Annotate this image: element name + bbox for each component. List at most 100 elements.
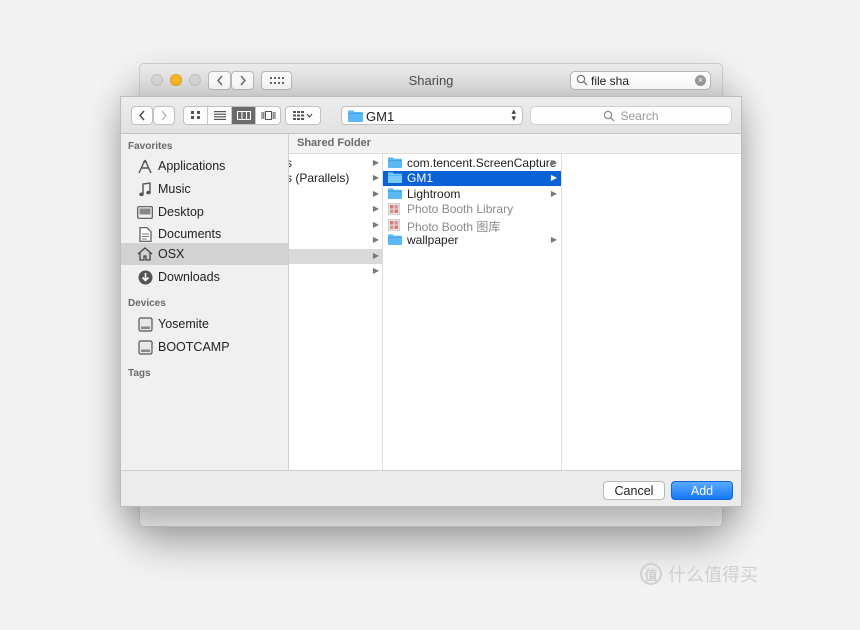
coverflow-view-icon <box>261 111 275 120</box>
desktop-icon <box>137 205 153 219</box>
folder-icon <box>388 234 402 245</box>
list-item[interactable]: ▶ <box>289 202 382 217</box>
cancel-button[interactable]: Cancel <box>603 481 665 500</box>
disclosure-arrow-icon: ▶ <box>372 173 379 182</box>
sidebar-item-label: Music <box>158 182 191 196</box>
tags-heading: Tags <box>128 368 151 379</box>
chevron-right-icon <box>161 110 167 121</box>
sidebar-item-bootcamp[interactable]: BOOTCAMP <box>121 336 288 358</box>
list-item-selected[interactable]: GM1 ▶ <box>383 171 561 186</box>
open-panel: GM1 ▴ ▾ Search Favorites Applications Mus… <box>120 96 742 507</box>
column-view-icon <box>236 111 251 120</box>
list-item: Photo Booth 图库 <box>383 218 561 234</box>
sidebar: Favorites Applications Music Desktop Doc… <box>121 134 289 470</box>
search-icon <box>576 74 588 86</box>
music-icon <box>139 181 151 196</box>
forward-button[interactable] <box>153 106 175 125</box>
photo-library-icon <box>388 203 400 215</box>
downloads-icon <box>138 270 152 284</box>
home-icon <box>137 247 153 261</box>
panel-toolbar: GM1 ▴ ▾ Search <box>121 97 741 134</box>
sidebar-item-label: BOOTCAMP <box>158 340 230 354</box>
disclosure-arrow-icon: ▶ <box>372 189 379 198</box>
list-item[interactable]: wallpaper ▶ <box>383 233 561 248</box>
view-mode-selector <box>183 106 281 125</box>
list-item[interactable]: ▶ <box>289 218 382 233</box>
watermark: 值 什么值得买 <box>640 561 758 587</box>
arrange-button[interactable] <box>285 106 321 125</box>
favorites-heading: Favorites <box>128 141 173 152</box>
browser-column-3 <box>562 154 741 470</box>
disclosure-arrow-icon: ▶ <box>372 220 379 229</box>
folder-icon <box>388 188 402 199</box>
list-item: Photo Booth Library <box>383 202 561 217</box>
location-name: GM1 <box>366 109 395 124</box>
list-item[interactable]: s▶ <box>289 156 382 171</box>
sidebar-item-desktop[interactable]: Desktop <box>121 201 288 223</box>
add-button[interactable]: Add <box>671 481 733 500</box>
column-header-title: Shared Folder <box>297 137 371 149</box>
disclosure-arrow-icon: ▶ <box>372 251 379 260</box>
disk-icon <box>137 316 153 332</box>
sharing-titlebar: Sharing file sha × <box>140 64 722 97</box>
folder-icon <box>388 172 402 183</box>
sidebar-item-label: Yosemite <box>158 317 209 331</box>
sidebar-item-applications[interactable]: Applications <box>121 155 288 177</box>
column-header: Shared Folder <box>289 134 741 154</box>
sidebar-item-downloads[interactable]: Downloads <box>121 266 288 288</box>
list-view-button[interactable] <box>208 107 232 124</box>
list-item-selected[interactable]: ▶ <box>289 249 382 264</box>
photo-library-icon <box>388 219 400 231</box>
sidebar-item-osx[interactable]: OSX <box>121 243 288 265</box>
disclosure-arrow-icon: ▶ <box>550 235 557 244</box>
disclosure-arrow-icon: ▶ <box>372 158 379 167</box>
sidebar-item-label: Applications <box>158 159 226 173</box>
disclosure-arrow-icon: ▶ <box>372 204 379 213</box>
applications-icon <box>138 159 152 173</box>
list-item[interactable]: Lightroom ▶ <box>383 187 561 202</box>
watermark-text: 什么值得买 <box>668 565 758 585</box>
sidebar-item-label: OSX <box>158 247 185 261</box>
list-item[interactable]: ▶ <box>289 187 382 202</box>
clear-search-icon[interactable]: × <box>695 75 706 86</box>
column-view-button[interactable] <box>232 107 256 124</box>
folder-icon <box>348 110 363 122</box>
arrange-icon <box>293 111 313 120</box>
search-placeholder: Search <box>620 109 659 123</box>
documents-icon <box>138 226 152 242</box>
search-value: file sha <box>591 74 630 88</box>
list-view-icon <box>213 111 226 120</box>
browser-column-2: com.tencent.ScreenCapture ▶ GM1 ▶ Lightr… <box>383 154 562 470</box>
panel-footer: Cancel Add <box>121 470 741 506</box>
disclosure-arrow-icon: ▶ <box>372 266 379 275</box>
watermark-logo-icon: 值 <box>640 563 662 585</box>
back-button[interactable] <box>131 106 153 125</box>
devices-heading: Devices <box>128 298 166 309</box>
sidebar-item-documents[interactable]: Documents <box>121 223 288 245</box>
sidebar-item-label: Downloads <box>158 270 220 284</box>
coverflow-view-button[interactable] <box>256 107 280 124</box>
disk-icon <box>137 339 153 355</box>
browser-column-1: s▶ s (Parallels)▶ ▶ ▶ ▶ ▶ ▶ ▶ <box>289 154 383 470</box>
finder-search-field[interactable]: Search <box>530 106 732 125</box>
chevron-left-icon <box>139 110 145 121</box>
popup-arrows-icon: ▴ ▾ <box>511 106 516 123</box>
list-item[interactable]: s (Parallels) ▶ <box>289 171 382 186</box>
list-item[interactable]: com.tencent.ScreenCapture ▶ <box>383 156 561 171</box>
sidebar-item-label: Documents <box>158 227 222 241</box>
list-item[interactable]: ▶ <box>289 233 382 248</box>
disclosure-arrow-icon: ▶ <box>372 235 379 244</box>
disclosure-arrow-icon: ▶ <box>550 189 557 198</box>
preferences-search-field[interactable]: file sha × <box>570 71 711 90</box>
sidebar-item-yosemite[interactable]: Yosemite <box>121 313 288 335</box>
location-popup[interactable]: GM1 ▴ ▾ <box>341 106 523 125</box>
sidebar-item-label: Desktop <box>158 205 204 219</box>
icon-view-icon <box>190 111 200 119</box>
list-item[interactable]: ▶ <box>289 264 382 279</box>
search-icon <box>604 110 615 122</box>
disclosure-arrow-icon: ▶ <box>550 158 557 167</box>
sidebar-item-music[interactable]: Music <box>121 178 288 200</box>
icon-view-button[interactable] <box>184 107 208 124</box>
folder-icon <box>388 157 402 168</box>
disclosure-arrow-icon: ▶ <box>550 173 557 182</box>
